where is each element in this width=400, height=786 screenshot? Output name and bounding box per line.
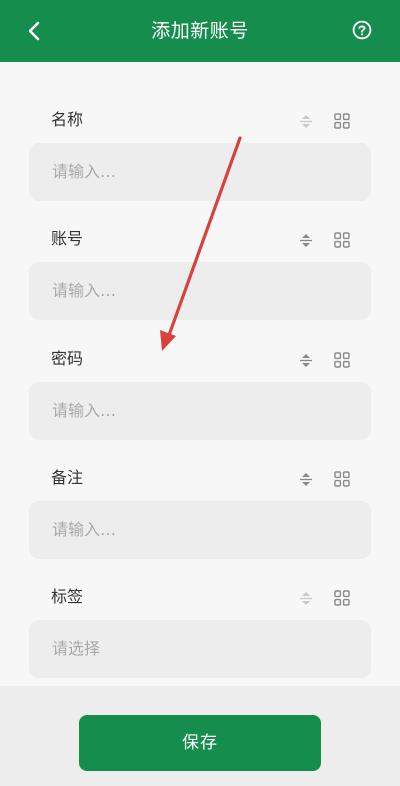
footer: 保存 [0,686,400,786]
input-placeholder: 请输入… [52,520,117,539]
page-title: 添加新账号 [151,20,249,42]
add-account-screen: 添加新账号 名称 请输入… 账号 请输入… 密码 请输入… 备注 请输入… 标签… [0,0,400,786]
select-placeholder: 请选择 [52,639,101,658]
field-label: 标签 [51,587,84,606]
field-label: 密码 [51,349,84,368]
grid-icon[interactable] [333,470,351,488]
form-content: 名称 请输入… 账号 请输入… 密码 请输入… 备注 请输入… 标签 请选择 [0,62,400,686]
grid-icon[interactable] [333,589,351,607]
sort-icon[interactable] [297,231,315,249]
grid-icon[interactable] [333,351,351,369]
grid-icon[interactable] [333,231,351,249]
save-button[interactable]: 保存 [79,715,321,771]
app-bar: 添加新账号 [0,0,400,62]
sort-icon[interactable] [297,351,315,369]
password-input[interactable]: 请输入… [29,382,371,440]
input-placeholder: 请输入… [52,401,117,420]
field-label: 备注 [51,468,84,487]
grid-icon[interactable] [333,112,351,130]
input-placeholder: 请输入… [52,281,117,300]
name-input[interactable]: 请输入… [29,143,371,201]
sort-icon[interactable] [297,589,315,607]
help-icon[interactable] [352,20,372,40]
sort-icon[interactable] [297,470,315,488]
sort-icon[interactable] [297,112,315,130]
input-placeholder: 请输入… [52,162,117,181]
field-label: 账号 [51,229,84,248]
field-label: 名称 [51,110,84,129]
tags-select[interactable]: 请选择 [29,620,371,678]
notes-input[interactable]: 请输入… [29,501,371,559]
account-input[interactable]: 请输入… [29,262,371,320]
